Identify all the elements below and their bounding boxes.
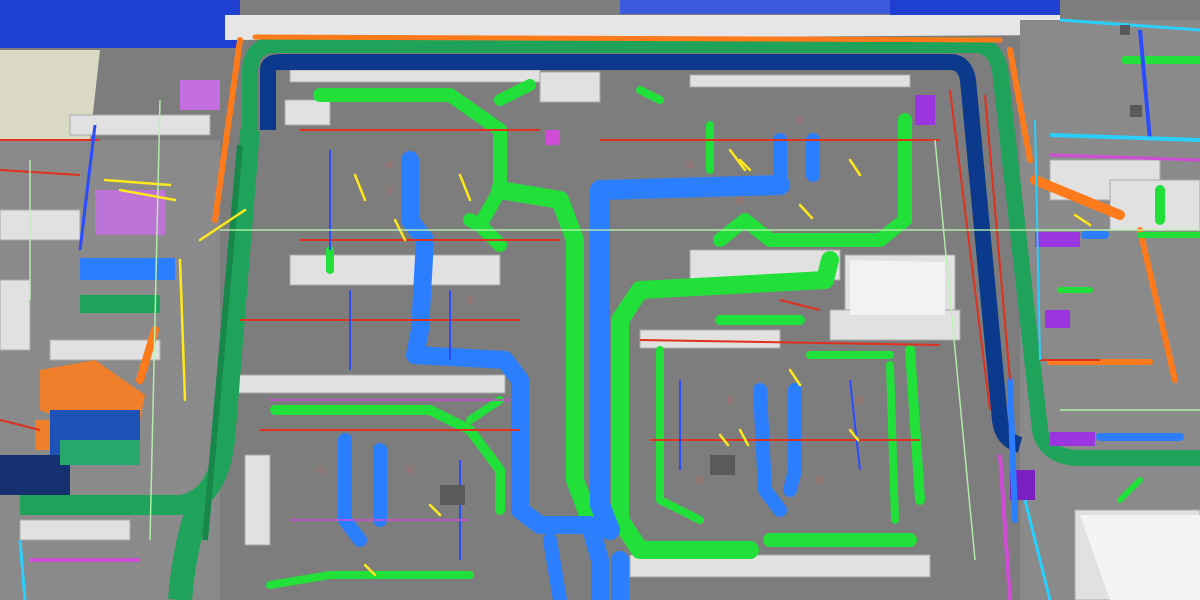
sky-area-center: [620, 0, 890, 14]
wall-block: [289, 254, 501, 286]
sprinkler-head: [466, 296, 474, 304]
sprinkler-head: [736, 196, 744, 204]
purple-unit-8: [545, 130, 560, 145]
fixture: [1120, 25, 1130, 35]
wall-block: [689, 74, 911, 88]
wall-block: [234, 374, 506, 394]
purple-unit-4: [1045, 310, 1070, 328]
purple-unit-3: [1035, 232, 1080, 247]
wall-block: [289, 69, 541, 83]
white-block-right: [850, 260, 945, 315]
return-duct: [543, 533, 567, 600]
sprinkler-head: [316, 466, 324, 474]
sprinkler-head: [686, 161, 694, 169]
fixture: [440, 485, 465, 505]
wall-block: [284, 99, 331, 126]
purple-unit-7: [915, 95, 935, 125]
blue-unit: [80, 258, 175, 280]
navy-unit: [0, 455, 70, 495]
sprinkler-head: [796, 116, 804, 124]
wall-block: [539, 71, 601, 103]
wall-block: [0, 279, 31, 351]
sky-area-right: [890, 0, 1060, 16]
wall-block: [19, 519, 131, 541]
green-unit-2: [60, 440, 140, 465]
sprinkler-head: [696, 476, 704, 484]
wall-block: [0, 209, 81, 241]
sprinkler-head: [816, 476, 824, 484]
supply-duct: [463, 213, 487, 232]
sprinkler-head: [386, 161, 394, 169]
supply-duct: [886, 361, 899, 524]
fixture: [710, 455, 735, 475]
hot-pipe: [252, 34, 1003, 43]
bim-model-render: [0, 0, 1200, 600]
wall-block: [69, 114, 211, 136]
sprinkler-head: [386, 186, 394, 194]
green-unit: [80, 295, 160, 313]
fixture: [1130, 105, 1142, 117]
sprinkler-head: [406, 466, 414, 474]
sprinkler-head: [726, 396, 734, 404]
wall-block: [244, 454, 271, 546]
sky-area-left: [0, 0, 240, 48]
sprinkler-head: [856, 396, 864, 404]
purple-unit-2: [180, 80, 220, 110]
wall-block: [639, 329, 781, 349]
purple-unit-5: [1050, 432, 1095, 446]
